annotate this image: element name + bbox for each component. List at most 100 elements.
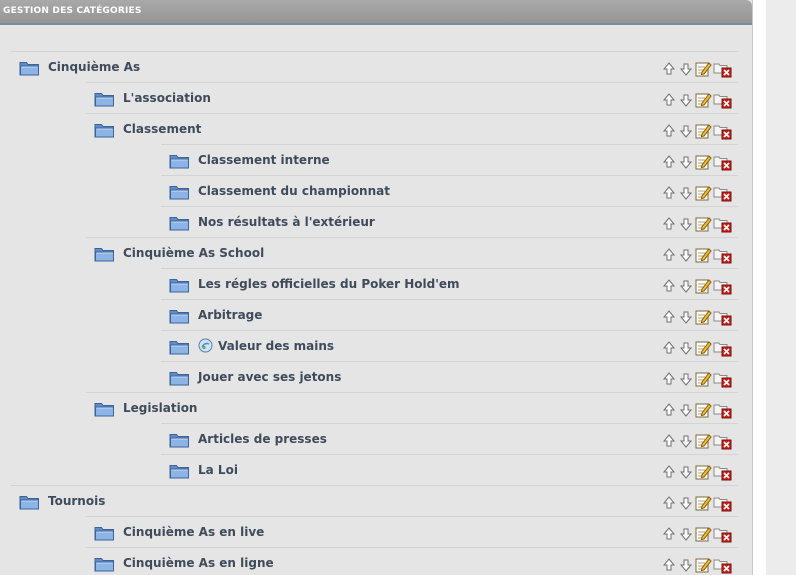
edit-button[interactable]	[694, 122, 712, 140]
edit-button[interactable]	[694, 91, 712, 109]
edit-button[interactable]	[694, 215, 712, 233]
delete-folder-icon	[713, 218, 733, 237]
delete-button[interactable]	[713, 494, 732, 512]
folder-icon	[169, 308, 190, 324]
move-down-button[interactable]	[677, 215, 695, 233]
edit-button[interactable]	[694, 463, 712, 481]
arrow-down-icon	[677, 218, 695, 237]
arrow-down-icon	[677, 528, 695, 547]
delete-button[interactable]	[713, 401, 732, 419]
move-down-button[interactable]	[677, 432, 695, 450]
folder-icon	[19, 60, 40, 76]
arrow-up-icon	[660, 403, 678, 423]
delete-button[interactable]	[713, 122, 732, 140]
move-down-button[interactable]	[677, 153, 695, 171]
move-down-button[interactable]	[677, 556, 695, 574]
move-up-button[interactable]	[660, 246, 678, 264]
move-up-button[interactable]	[660, 556, 678, 574]
move-up-button[interactable]	[660, 525, 678, 543]
folder-icon	[169, 277, 190, 293]
delete-button[interactable]	[713, 370, 732, 388]
move-up-button[interactable]	[660, 277, 678, 295]
category-row: Classement interne	[161, 144, 738, 175]
category-row: Classement du championnat	[161, 175, 738, 206]
move-down-button[interactable]	[677, 370, 695, 388]
move-down-button[interactable]	[677, 184, 695, 202]
arrow-up-icon	[660, 527, 678, 547]
arrow-down-icon	[677, 249, 695, 268]
edit-button[interactable]	[694, 277, 712, 295]
edit-button[interactable]	[694, 60, 712, 78]
delete-button[interactable]	[713, 184, 732, 202]
move-down-button[interactable]	[677, 246, 695, 264]
move-down-button[interactable]	[677, 339, 695, 357]
scrollbar-track[interactable]	[766, 0, 796, 575]
edit-button[interactable]	[694, 153, 712, 171]
category-row: Tournois	[11, 485, 738, 516]
delete-button[interactable]	[713, 277, 732, 295]
delete-button[interactable]	[713, 91, 732, 109]
edit-button[interactable]	[694, 432, 712, 450]
delete-button[interactable]	[713, 556, 732, 574]
edit-button[interactable]	[694, 246, 712, 264]
delete-folder-icon	[713, 280, 733, 299]
delete-folder-icon	[713, 311, 733, 330]
move-up-button[interactable]	[660, 401, 678, 419]
edit-pencil-icon	[694, 310, 712, 330]
move-up-button[interactable]	[660, 463, 678, 481]
move-down-button[interactable]	[677, 60, 695, 78]
arrow-down-icon	[677, 342, 695, 361]
edit-pencil-icon	[694, 403, 712, 423]
move-up-button[interactable]	[660, 494, 678, 512]
folder-icon	[94, 122, 115, 138]
edit-button[interactable]	[694, 370, 712, 388]
arrow-up-icon	[660, 124, 678, 144]
move-down-button[interactable]	[677, 463, 695, 481]
move-down-button[interactable]	[677, 122, 695, 140]
move-up-button[interactable]	[660, 122, 678, 140]
delete-button[interactable]	[713, 153, 732, 171]
move-up-button[interactable]	[660, 184, 678, 202]
edit-pencil-icon	[694, 124, 712, 144]
delete-button[interactable]	[713, 246, 732, 264]
move-down-button[interactable]	[677, 525, 695, 543]
delete-button[interactable]	[713, 339, 732, 357]
delete-button[interactable]	[713, 432, 732, 450]
move-down-button[interactable]	[677, 277, 695, 295]
arrow-up-icon	[660, 434, 678, 454]
category-row: La Loi	[161, 454, 738, 485]
move-up-button[interactable]	[660, 432, 678, 450]
move-up-button[interactable]	[660, 339, 678, 357]
edit-button[interactable]	[694, 494, 712, 512]
delete-button[interactable]	[713, 60, 732, 78]
delete-button[interactable]	[713, 525, 732, 543]
delete-button[interactable]	[713, 463, 732, 481]
edit-button[interactable]	[694, 556, 712, 574]
move-up-button[interactable]	[660, 153, 678, 171]
move-down-button[interactable]	[677, 308, 695, 326]
move-up-button[interactable]	[660, 370, 678, 388]
move-up-button[interactable]	[660, 60, 678, 78]
category-label: Cinquième As	[48, 60, 141, 74]
delete-button[interactable]	[713, 308, 732, 326]
edit-button[interactable]	[694, 184, 712, 202]
edit-button[interactable]	[694, 525, 712, 543]
edit-pencil-icon	[694, 434, 712, 454]
move-down-button[interactable]	[677, 401, 695, 419]
move-up-button[interactable]	[660, 91, 678, 109]
edit-button[interactable]	[694, 308, 712, 326]
category-row: Legislation	[86, 392, 738, 423]
move-down-button[interactable]	[677, 91, 695, 109]
delete-button[interactable]	[713, 215, 732, 233]
edit-pencil-icon	[694, 155, 712, 175]
move-down-button[interactable]	[677, 494, 695, 512]
edit-pencil-icon	[694, 186, 712, 206]
edit-button[interactable]	[694, 401, 712, 419]
panel-header: GESTION DES CATÉGORIES	[0, 0, 752, 25]
folder-icon	[169, 153, 190, 169]
category-label: Classement du championnat	[198, 184, 390, 198]
move-up-button[interactable]	[660, 308, 678, 326]
move-up-button[interactable]	[660, 215, 678, 233]
edit-button[interactable]	[694, 339, 712, 357]
row-actions	[660, 370, 738, 388]
